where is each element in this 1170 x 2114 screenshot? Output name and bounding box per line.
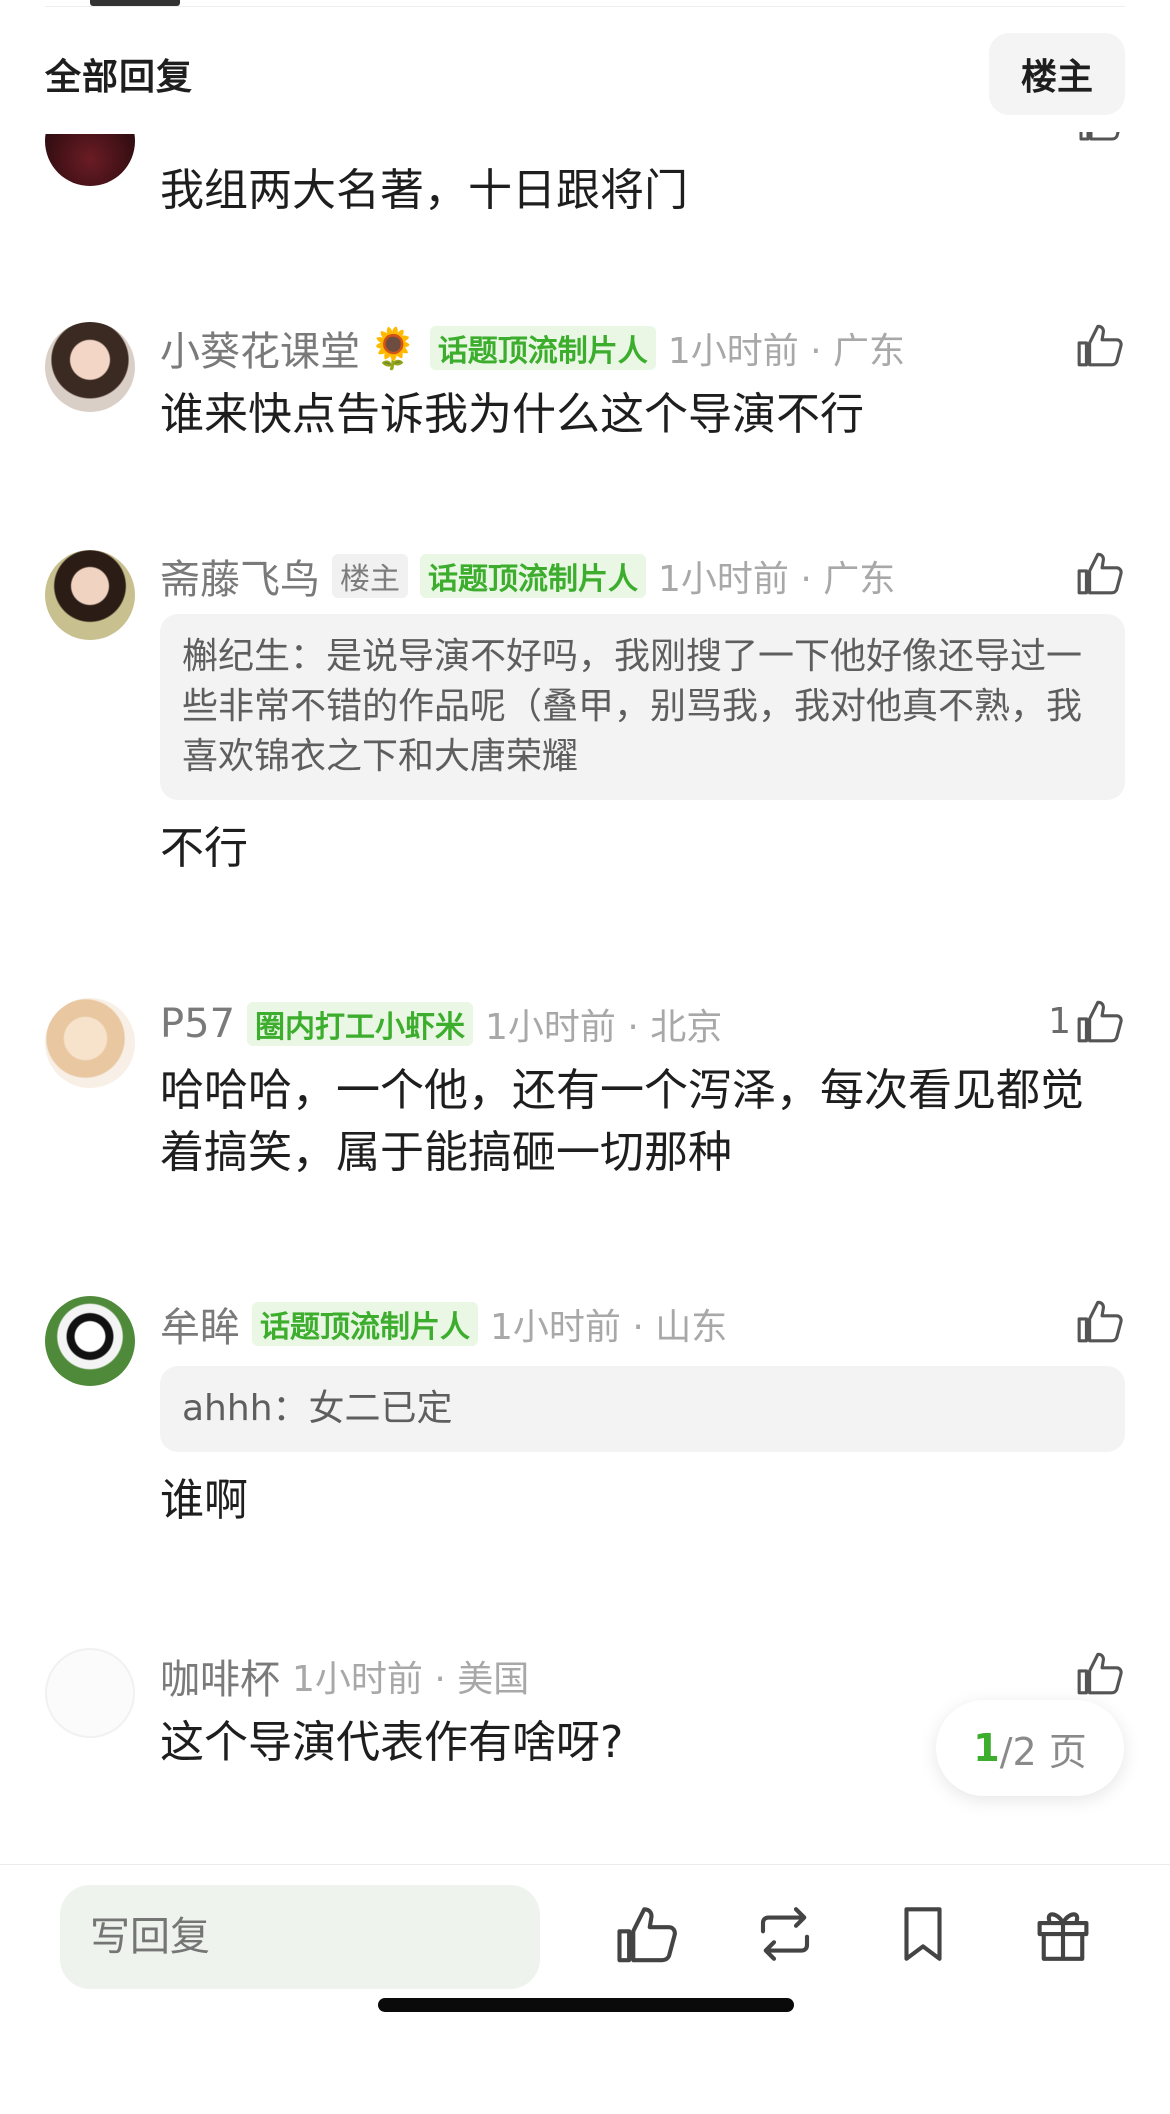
comment-text[interactable]: 谁来快点告诉我为什么这个导演不行 <box>160 384 1125 446</box>
gift-icon <box>1037 1912 1089 1961</box>
like-button[interactable] <box>1075 548 1125 598</box>
username[interactable]: 斋藤飞鸟 <box>160 547 320 605</box>
thumbs-up-icon <box>617 1907 677 1963</box>
username[interactable]: 牟眸 <box>160 1295 240 1353</box>
quoted-reply[interactable]: ahhh：女二已定 <box>160 1366 1125 1452</box>
user-badge: 话题顶流制片人 <box>252 1302 478 1346</box>
user-badge: 话题顶流制片人 <box>420 554 646 598</box>
comment-text[interactable]: 谁啊 <box>160 1470 1125 1532</box>
home-indicator <box>378 1998 794 2012</box>
thumbs-up-icon <box>1077 1300 1123 1343</box>
like-button[interactable]: 1 <box>1048 996 1125 1046</box>
comment-text[interactable]: 哈哈哈，一个他，还有一个泻泽，每次看见都觉着搞笑，属于能搞砸一切那种 <box>160 1060 1125 1184</box>
pagination-button[interactable]: 1/2 页 <box>936 1700 1124 1796</box>
owner-badge: 楼主 <box>332 554 408 598</box>
comment-time: 1小时前 · 北京 <box>485 1007 723 1048</box>
avatar[interactable] <box>45 550 135 640</box>
top-divider <box>45 6 1125 7</box>
bookmark-button[interactable] <box>890 1901 956 1967</box>
repost-button[interactable] <box>752 1901 818 1967</box>
thumbs-up-icon <box>1077 552 1123 595</box>
reply-input[interactable] <box>60 1885 540 1989</box>
comment-text: 我组两大名著，十日跟将门 <box>160 165 688 216</box>
comment-time: 1小时前 · 广东 <box>667 331 906 372</box>
comment-meta: 牟眸 话题顶流制片人 1小时前 · 山东 <box>160 1296 1125 1352</box>
current-page: 1 <box>973 1726 1000 1770</box>
avatar[interactable] <box>45 1648 135 1738</box>
sunflower-emoji: 🌻 <box>368 325 418 372</box>
user-badge: 圈内打工小虾米 <box>247 1002 474 1046</box>
username[interactable]: 咖啡杯 <box>160 1647 280 1705</box>
avatar[interactable] <box>45 998 135 1088</box>
repost-icon <box>760 1907 810 1961</box>
avatar[interactable] <box>45 322 135 412</box>
thumbs-up-icon <box>1077 1652 1123 1695</box>
replies-header: 全部回复 楼主 <box>45 33 1125 115</box>
comment-time: 1小时前 · 广东 <box>658 559 896 600</box>
thumbs-up-icon <box>1077 1000 1123 1043</box>
like-button[interactable] <box>1075 1648 1125 1698</box>
like-count: 1 <box>1048 1000 1071 1042</box>
like-post-button[interactable] <box>614 1901 680 1967</box>
comment-text[interactable]: 不行 <box>160 818 1125 880</box>
username[interactable]: 小葵花课堂 <box>160 319 360 377</box>
quoted-reply[interactable]: 槲纪生：是说导演不好吗，我刚搜了一下他好像还导过一些非常不错的作品呢（叠甲，别骂… <box>160 614 1125 800</box>
bottom-action-bar <box>0 1864 1170 2114</box>
all-replies-title: 全部回复 <box>45 57 194 98</box>
user-badge: 话题顶流制片人 <box>429 326 656 370</box>
gift-button[interactable] <box>1030 1901 1096 1967</box>
bookmark-icon <box>904 1907 942 1961</box>
avatar[interactable] <box>45 1296 135 1386</box>
like-button[interactable] <box>1075 320 1125 370</box>
thumbs-up-icon <box>1077 324 1123 367</box>
comment-meta: 斋藤飞鸟 楼主 话题顶流制片人 1小时前 · 广东 <box>160 548 1125 604</box>
comment-time: 1小时前 · 山东 <box>490 1307 728 1348</box>
username[interactable]: P57 <box>160 1001 235 1047</box>
comment-time: 1小时前 · 美国 <box>292 1659 530 1700</box>
comment-meta: 小葵花课堂 🌻 话题顶流制片人 1小时前 · 广东 <box>160 320 1125 376</box>
like-button[interactable] <box>1075 1296 1125 1346</box>
comment-meta: 咖啡杯 1小时前 · 美国 <box>160 1648 1125 1704</box>
owner-filter-button[interactable]: 楼主 <box>988 33 1125 115</box>
total-pages: /2 页 <box>999 1729 1087 1774</box>
comment-meta: P57 圈内打工小虾米 1小时前 · 北京 <box>160 996 1125 1052</box>
